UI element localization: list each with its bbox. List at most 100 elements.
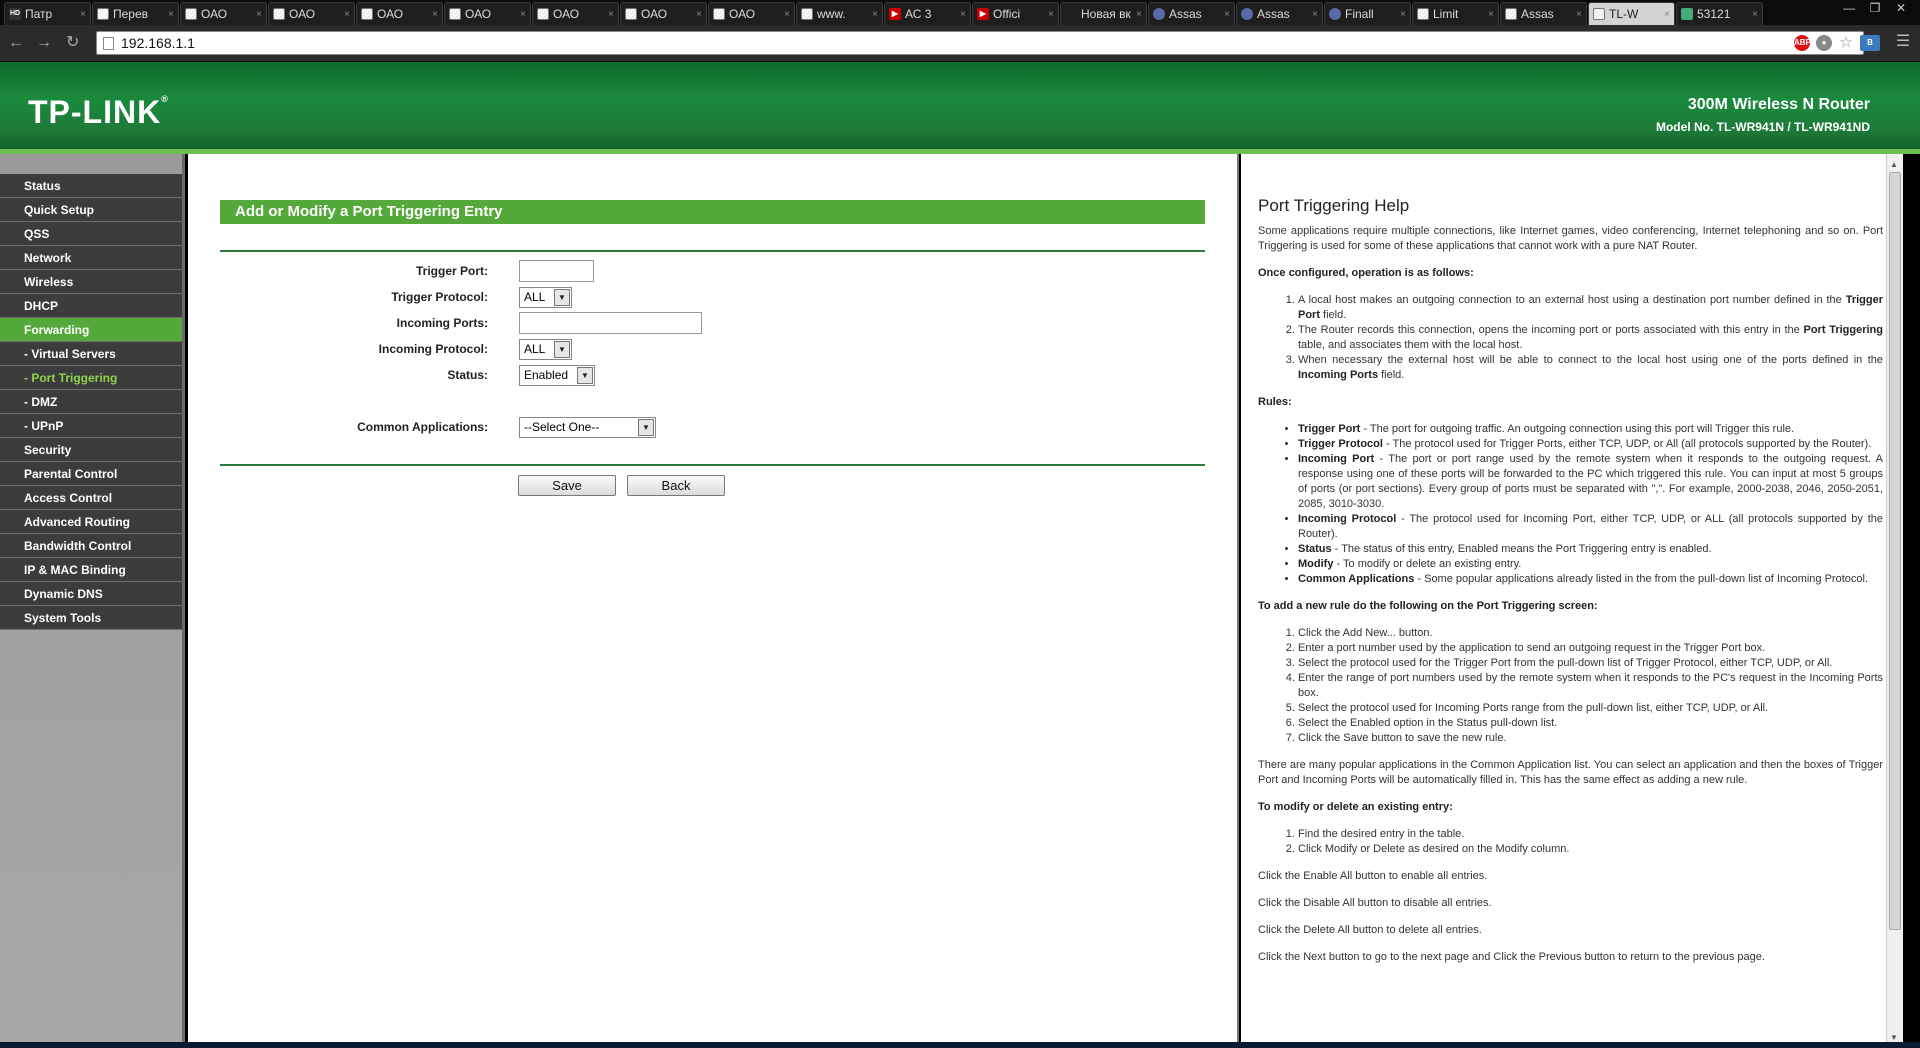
browser-tab[interactable]: HD Патр × — [4, 2, 91, 25]
tab-close-icon[interactable]: × — [1312, 9, 1318, 20]
sidebar-item-dynamic-dns[interactable]: Dynamic DNS — [0, 582, 182, 606]
tab-close-icon[interactable]: × — [1400, 9, 1406, 20]
scroll-up-icon[interactable]: ▲ — [1890, 157, 1898, 172]
help-step: Click Modify or Delete as desired on the… — [1298, 842, 1883, 857]
tab-close-icon[interactable]: × — [1488, 9, 1494, 20]
sidebar-item-dmz[interactable]: - DMZ — [0, 390, 182, 414]
help-modify-heading-text: To modify or delete an existing entry: — [1258, 801, 1453, 813]
browser-tab[interactable]: 文 Перев × — [92, 2, 179, 25]
sidebar-item-dhcp[interactable]: DHCP — [0, 294, 182, 318]
sidebar-item-ip-mac-binding[interactable]: IP & MAC Binding — [0, 558, 182, 582]
sidebar-item-security[interactable]: Security — [0, 438, 182, 462]
browser-tab[interactable]: ОАО × — [180, 2, 267, 25]
common-applications-select[interactable]: --Select One-- ▼ — [519, 417, 656, 438]
help-next-previous: Click the Next button to go to the next … — [1258, 951, 1765, 963]
tab-close-icon[interactable]: × — [872, 9, 878, 20]
sidebar-item-parental-control[interactable]: Parental Control — [0, 462, 182, 486]
page-icon — [1593, 8, 1605, 20]
sidebar-item-advanced-routing[interactable]: Advanced Routing — [0, 510, 182, 534]
sidebar-item-bandwidth-control[interactable]: Bandwidth Control — [0, 534, 182, 558]
help-disable-all: Click the Disable All button to disable … — [1258, 897, 1492, 909]
browser-tab[interactable]: Assas × — [1500, 2, 1587, 25]
address-bar[interactable]: 192.168.1.1 — [96, 31, 1864, 55]
tab-close-icon[interactable]: × — [784, 9, 790, 20]
tab-title: ОАО — [553, 7, 580, 21]
sidebar-item-qss[interactable]: QSS — [0, 222, 182, 246]
close-window-button[interactable]: ✕ — [1888, 0, 1914, 16]
browser-tab[interactable]: Limit × — [1412, 2, 1499, 25]
browser-tab[interactable]: Новая вк × — [1060, 2, 1147, 25]
minimize-button[interactable]: — — [1836, 0, 1862, 16]
extension-icon[interactable]: ● — [1816, 35, 1832, 51]
browser-tab[interactable]: Assas × — [1148, 2, 1235, 25]
tab-close-icon[interactable]: × — [256, 9, 262, 20]
save-button[interactable]: Save — [518, 475, 616, 496]
sidebar-item-wireless[interactable]: Wireless — [0, 270, 182, 294]
browser-tab[interactable]: 53121 × — [1676, 2, 1763, 25]
main-content: Add or Modify a Port Triggering Entry Tr… — [188, 154, 1239, 1048]
browser-menu-icon[interactable]: ☰ — [1894, 33, 1912, 51]
tab-close-icon[interactable]: × — [1136, 9, 1142, 20]
browser-tab[interactable]: ▶ АС 3 × — [884, 2, 971, 25]
sidebar-item-virtual-servers[interactable]: - Virtual Servers — [0, 342, 182, 366]
tab-close-icon[interactable]: × — [1048, 9, 1054, 20]
back-button[interactable]: Back — [627, 475, 725, 496]
browser-toolbar: ← → ↻ 192.168.1.1 ABP ● ☆ B ☰ — [0, 25, 1920, 62]
vk-extension-icon[interactable]: B — [1860, 35, 1880, 51]
trigger-protocol-label: Trigger Protocol: — [391, 290, 488, 304]
tab-close-icon[interactable]: × — [1224, 9, 1230, 20]
star-icon[interactable]: ☆ — [1838, 35, 1854, 51]
browser-tab[interactable]: ОАО × — [356, 2, 443, 25]
help-rules-heading-text: Rules: — [1258, 396, 1292, 408]
adblock-icon[interactable]: ABP — [1794, 35, 1811, 51]
browser-tab[interactable]: www. × — [796, 2, 883, 25]
incoming-ports-row: Incoming Ports: — [220, 312, 1205, 336]
tab-close-icon[interactable]: × — [1752, 9, 1758, 20]
sidebar-item-forwarding[interactable]: Forwarding — [0, 318, 182, 342]
globe-icon — [1329, 8, 1341, 20]
sidebar-item-system-tools[interactable]: System Tools — [0, 606, 182, 630]
browser-tab[interactable]: Assas × — [1236, 2, 1323, 25]
help-rule-item: Incoming Port - The port or port range u… — [1298, 452, 1883, 512]
browser-tab[interactable]: ▶ Offici × — [972, 2, 1059, 25]
trigger-protocol-select[interactable]: ALL ▼ — [519, 287, 572, 308]
sidebar-item-access-control[interactable]: Access Control — [0, 486, 182, 510]
browser-tab[interactable]: ОАО × — [532, 2, 619, 25]
scroll-thumb[interactable] — [1889, 172, 1901, 930]
incoming-ports-input[interactable] — [519, 312, 702, 334]
browser-tab[interactable]: ОАО × — [620, 2, 707, 25]
browser-tab[interactable]: ОАО × — [268, 2, 355, 25]
tab-close-icon[interactable]: × — [608, 9, 614, 20]
browser-tab[interactable]: ОАО × — [708, 2, 795, 25]
help-scrollbar[interactable]: ▲ ▼ — [1886, 154, 1903, 1048]
tab-close-icon[interactable]: × — [1576, 9, 1582, 20]
tab-close-icon[interactable]: × — [696, 9, 702, 20]
reload-icon[interactable]: ↻ — [66, 33, 79, 53]
common-applications-value: --Select One-- — [524, 420, 600, 434]
status-select[interactable]: Enabled ▼ — [519, 365, 595, 386]
browser-tab[interactable]: ОАО × — [444, 2, 531, 25]
tab-close-icon[interactable]: × — [80, 9, 86, 20]
tab-close-icon[interactable]: × — [520, 9, 526, 20]
browser-tab[interactable]: TL-W × — [1588, 2, 1675, 25]
sidebar-item-status[interactable]: Status — [0, 174, 182, 198]
tab-close-icon[interactable]: × — [960, 9, 966, 20]
restore-button[interactable]: ❐ — [1862, 0, 1888, 16]
sidebar-item-network[interactable]: Network — [0, 246, 182, 270]
help-rule-item: Modify - To modify or delete an existing… — [1298, 557, 1883, 572]
sidebar-item-quick-setup[interactable]: Quick Setup — [0, 198, 182, 222]
incoming-protocol-select[interactable]: ALL ▼ — [519, 339, 572, 360]
sidebar-item-port-triggering[interactable]: - Port Triggering — [0, 366, 182, 390]
back-arrow-icon[interactable]: ← — [8, 33, 24, 53]
chevron-down-icon: ▼ — [554, 289, 570, 306]
forward-arrow-icon[interactable]: → — [36, 33, 52, 53]
tab-close-icon[interactable]: × — [1664, 9, 1670, 20]
help-step: Enter the range of port numbers used by … — [1298, 671, 1883, 701]
help-title: Port Triggering Help — [1258, 196, 1410, 215]
browser-tab[interactable]: Finall × — [1324, 2, 1411, 25]
tab-close-icon[interactable]: × — [432, 9, 438, 20]
tab-close-icon[interactable]: × — [168, 9, 174, 20]
sidebar-item-upnp[interactable]: - UPnP — [0, 414, 182, 438]
tab-close-icon[interactable]: × — [344, 9, 350, 20]
trigger-port-input[interactable] — [519, 260, 594, 282]
